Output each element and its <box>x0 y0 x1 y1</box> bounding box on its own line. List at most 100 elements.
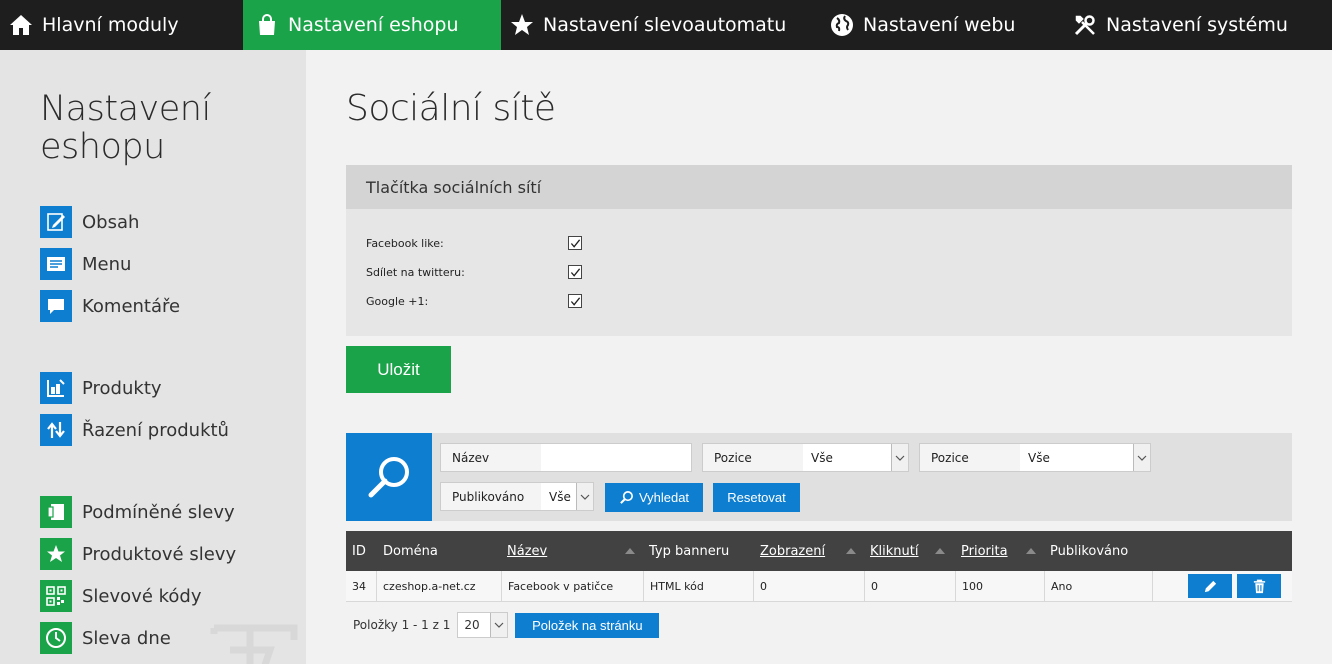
sidebar-item-comments[interactable]: Komentáře <box>40 290 180 322</box>
tools-icon <box>1074 15 1095 36</box>
sidebar-title-line2: eshopu <box>40 127 165 167</box>
cell-clicks: 0 <box>865 571 956 601</box>
option-label: Sdílet na twitteru: <box>366 265 465 279</box>
per-page-button[interactable]: Položek na stránku <box>515 612 660 638</box>
published-filter[interactable]: Publikováno Vše <box>440 482 594 511</box>
twitter-share-checkbox[interactable] <box>568 265 582 279</box>
tab-label: Hlavní moduly <box>42 14 179 36</box>
cell-views: 0 <box>754 571 865 601</box>
facebook-like-checkbox[interactable] <box>568 236 582 250</box>
position-filter-value: Vše <box>1020 444 1133 471</box>
sidebar-item-sorting[interactable]: Řazení produktů <box>40 414 229 446</box>
sidebar-item-daily-deal[interactable]: Sleva dne <box>40 622 171 654</box>
edit-button[interactable] <box>1188 574 1232 598</box>
reset-button[interactable]: Resetovat <box>713 483 800 512</box>
tab-label: Nastavení systému <box>1106 14 1288 36</box>
tab-system-settings[interactable]: Nastavení systému <box>1073 0 1332 50</box>
sidebar-item-discount-codes[interactable]: Slevové kódy <box>40 580 202 612</box>
column-published: Publikováno <box>1050 531 1128 571</box>
coupon-icon <box>40 496 72 528</box>
search-icon <box>346 433 432 521</box>
chevron-down-icon[interactable] <box>490 613 508 637</box>
star-icon <box>511 14 533 35</box>
tab-label: Nastavení slevoautomatu <box>543 14 787 36</box>
sidebar-item-label: Podmíněné slevy <box>82 501 235 523</box>
sort-arrow-icon[interactable] <box>935 548 945 554</box>
published-filter-value: Vše <box>541 483 576 510</box>
sidebar-item-label: Komentáře <box>82 295 181 317</box>
sidebar-title: Nastavení eshopu <box>40 90 211 166</box>
sort-arrow-icon[interactable] <box>625 548 635 554</box>
comment-icon <box>40 290 72 322</box>
delete-button[interactable] <box>1237 574 1281 598</box>
table-row: 34 czeshop.a-net.cz Facebook v patičce H… <box>346 571 1292 602</box>
column-views[interactable]: Zobrazení <box>760 531 825 571</box>
option-label: Google +1: <box>366 294 429 308</box>
position-filter-2[interactable]: Pozice Vše <box>919 443 1151 472</box>
sort-arrow-icon[interactable] <box>1026 548 1036 554</box>
sidebar-title-line1: Nastavení <box>40 89 211 129</box>
chevron-down-icon[interactable] <box>576 483 593 510</box>
panel-heading: Tlačítka sociálních sítí <box>346 165 1292 209</box>
column-banner-type: Typ banneru <box>649 531 729 571</box>
filter-bar: Název Pozice Vše Pozice Vše Publikováno … <box>346 433 1292 521</box>
pager-info: Položky 1 - 1 z 1 <box>353 618 451 632</box>
pager: Položky 1 - 1 z 1 20 Položek na stránku <box>353 612 660 638</box>
social-buttons-panel: Tlačítka sociálních sítí Facebook like: … <box>346 165 1292 336</box>
name-filter-label: Název <box>452 450 490 465</box>
edit-icon <box>40 206 72 238</box>
sort-icon <box>40 414 72 446</box>
sidebar-item-product-discounts[interactable]: Produktové slevy <box>40 538 236 570</box>
globe-icon <box>831 14 853 36</box>
tab-discount-settings[interactable]: Nastavení slevoautomatu <box>510 0 810 50</box>
sort-arrow-icon[interactable] <box>846 548 856 554</box>
published-filter-label: Publikováno <box>452 489 525 504</box>
option-twitter-share: Sdílet na twitteru: <box>366 262 582 282</box>
products-icon <box>40 372 72 404</box>
column-priority[interactable]: Priorita <box>961 531 1008 571</box>
menu-icon <box>40 248 72 280</box>
cell-domain: czeshop.a-net.cz <box>377 571 502 601</box>
column-label: Kliknutí <box>870 543 919 559</box>
shopping-bag-icon <box>259 14 275 35</box>
tab-web-settings[interactable]: Nastavení webu <box>830 0 1060 50</box>
sidebar-item-content[interactable]: Obsah <box>40 206 139 238</box>
sidebar-item-label: Sleva dne <box>82 627 171 649</box>
banners-table: ID Doména Název Typ banneru Zobrazení Kl… <box>346 531 1292 602</box>
sidebar: Nastavení eshopu Obsah Menu Komentáře Pr… <box>0 50 306 664</box>
sidebar-item-label: Produkty <box>82 377 162 399</box>
search-icon <box>620 491 633 504</box>
sidebar-item-products[interactable]: Produkty <box>40 372 162 404</box>
sidebar-item-label: Obsah <box>82 211 140 233</box>
column-label: Doména <box>383 543 438 559</box>
column-id: ID <box>352 531 366 571</box>
column-label: Název <box>507 543 548 559</box>
chevron-down-icon[interactable] <box>1133 444 1150 471</box>
tab-label: Nastavení eshopu <box>288 14 459 36</box>
cell-id: 34 <box>346 571 377 601</box>
search-button[interactable]: Vyhledat <box>605 483 703 512</box>
column-name[interactable]: Název <box>507 531 547 571</box>
star-icon <box>40 538 72 570</box>
column-clicks[interactable]: Kliknutí <box>870 531 918 571</box>
per-page-select[interactable]: 20 <box>457 612 509 638</box>
google-plus-checkbox[interactable] <box>568 294 582 308</box>
chevron-down-icon[interactable] <box>891 444 908 471</box>
sidebar-item-label: Řazení produktů <box>82 419 229 441</box>
option-google-plus: Google +1: <box>366 291 582 311</box>
sidebar-item-menu[interactable]: Menu <box>40 248 131 280</box>
table-header: ID Doména Název Typ banneru Zobrazení Kl… <box>346 531 1292 571</box>
name-filter-input[interactable] <box>541 444 691 471</box>
home-icon <box>10 15 32 35</box>
position-filter-label: Pozice <box>714 450 752 465</box>
tab-main-modules[interactable]: Hlavní moduly <box>0 0 243 50</box>
sidebar-item-label: Menu <box>82 253 132 275</box>
cell-published: Ano <box>1045 571 1153 601</box>
position-filter-1[interactable]: Pozice Vše <box>702 443 909 472</box>
tab-eshop-settings[interactable]: Nastavení eshopu <box>243 0 501 50</box>
watermark-logo <box>210 624 298 664</box>
sidebar-item-conditional-discounts[interactable]: Podmíněné slevy <box>40 496 235 528</box>
option-label: Facebook like: <box>366 236 444 250</box>
position-filter-label: Pozice <box>931 450 969 465</box>
save-button[interactable]: Uložit <box>346 346 451 393</box>
